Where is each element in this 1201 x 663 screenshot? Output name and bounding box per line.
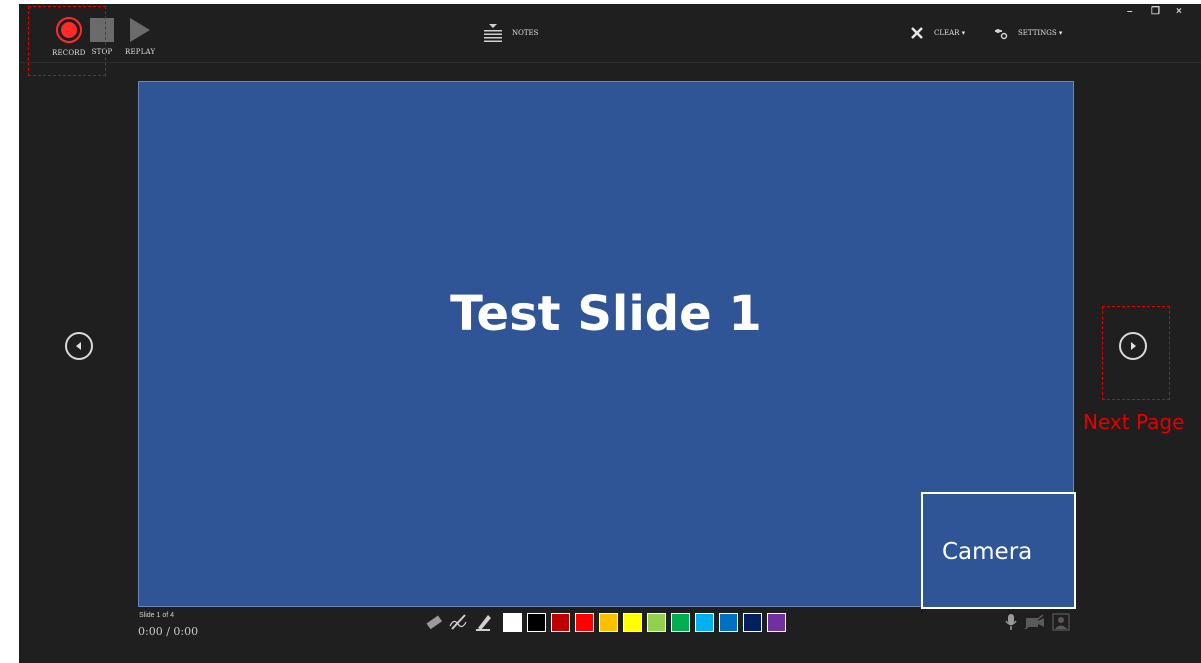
eraser-icon[interactable] (424, 612, 444, 632)
recording-window: RECORD STOP REPLAY NOTES CLEAR ▾ SETTING… (19, 4, 1201, 663)
settings-icon (995, 29, 1008, 40)
microphone-icon[interactable] (1004, 613, 1018, 631)
notes-button[interactable]: NOTES (483, 24, 538, 42)
highlighter-icon[interactable] (474, 612, 494, 632)
settings-label: SETTINGS ▾ (1018, 29, 1063, 37)
media-controls (1004, 613, 1070, 631)
color-swatch[interactable] (671, 613, 690, 632)
timer: 0:00 / 0:00 (138, 625, 199, 638)
notes-icon (484, 24, 502, 42)
color-palette (503, 613, 791, 632)
restore-button[interactable]: ❐ (1151, 6, 1160, 17)
camera-preview-icon[interactable] (1052, 613, 1070, 631)
pen-tools (424, 612, 494, 632)
slide-title: Test Slide 1 (450, 286, 762, 342)
replay-button[interactable]: REPLAY (125, 4, 155, 56)
color-swatch[interactable] (527, 613, 546, 632)
next-page-annotation-box (1102, 306, 1170, 400)
color-swatch[interactable] (503, 613, 522, 632)
clear-button[interactable]: CLEAR ▾ (910, 26, 965, 40)
toolbar: RECORD STOP REPLAY NOTES CLEAR ▾ SETTING… (19, 4, 1201, 63)
color-swatch[interactable] (647, 613, 666, 632)
next-page-annotation: Next Page (1083, 410, 1185, 434)
color-swatch[interactable] (743, 613, 762, 632)
minimize-button[interactable]: – (1127, 6, 1133, 17)
previous-slide-button[interactable] (65, 332, 93, 360)
camera-preview[interactable]: Camera (921, 492, 1076, 609)
color-swatch[interactable] (695, 613, 714, 632)
clear-icon (911, 27, 923, 39)
clear-label: CLEAR ▾ (934, 29, 966, 37)
replay-label: REPLAY (125, 48, 156, 56)
slide-counter: Slide 1 of 4 (139, 612, 175, 619)
chevron-left-icon (76, 342, 81, 350)
camera-label: Camera (942, 539, 1033, 565)
settings-button[interactable]: SETTINGS ▾ (994, 26, 1062, 40)
color-swatch[interactable] (719, 613, 738, 632)
record-annotation-box (28, 6, 106, 76)
color-swatch[interactable] (551, 613, 570, 632)
notes-label: NOTES (512, 29, 539, 37)
pen-icon[interactable] (448, 612, 470, 632)
replay-icon (130, 18, 151, 42)
color-swatch[interactable] (623, 613, 642, 632)
color-swatch[interactable] (599, 613, 618, 632)
color-swatch[interactable] (575, 613, 594, 632)
color-swatch[interactable] (767, 613, 786, 632)
close-button[interactable]: × (1176, 6, 1182, 17)
camera-off-icon[interactable] (1024, 614, 1046, 630)
